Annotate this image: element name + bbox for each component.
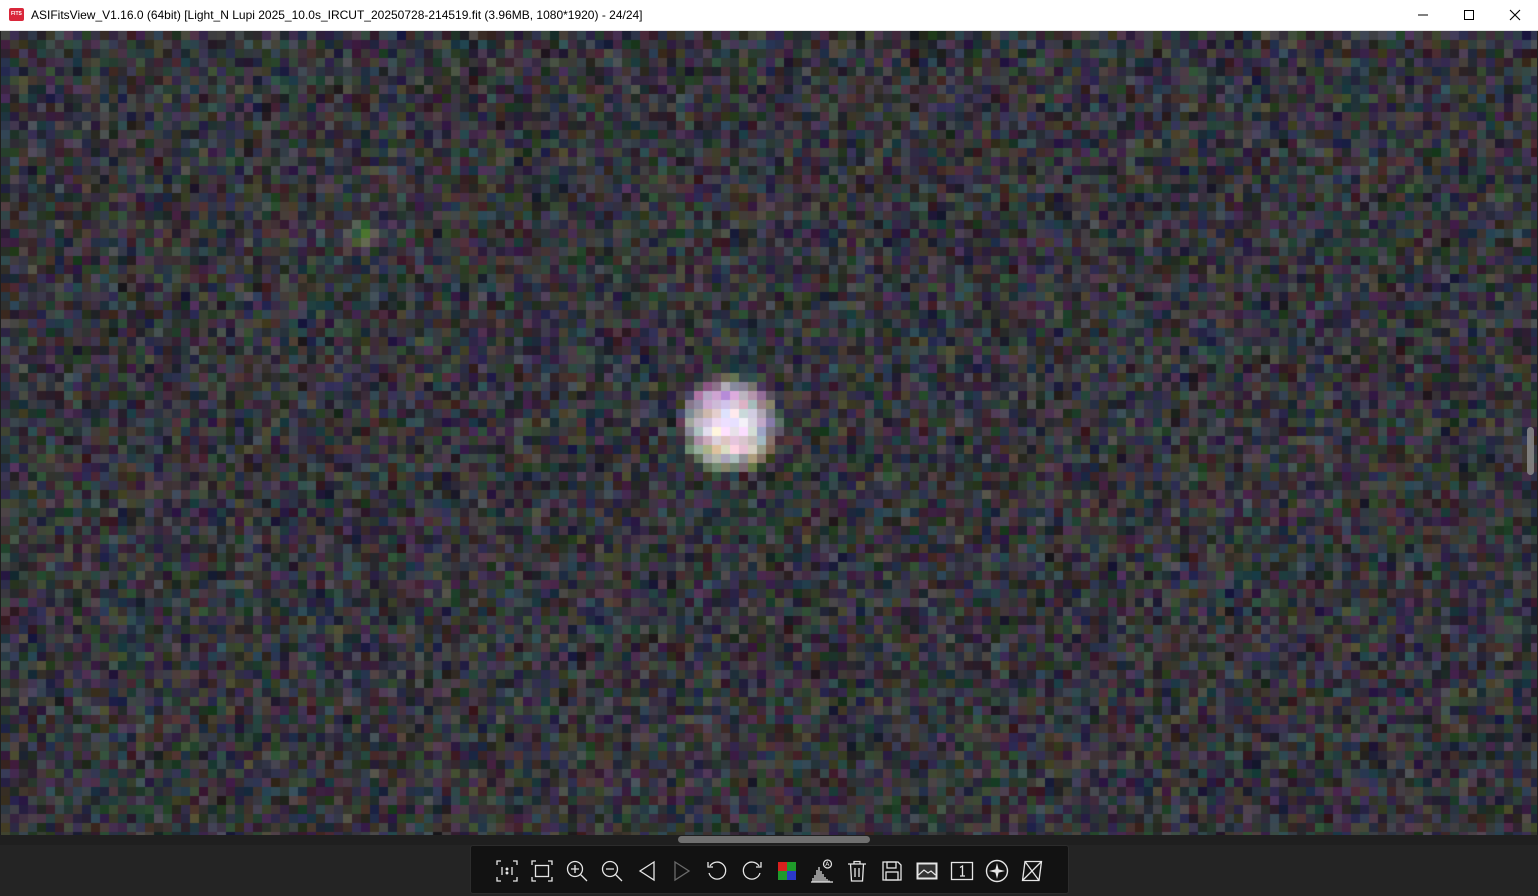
image-view-button[interactable] <box>912 856 942 886</box>
save-button[interactable] <box>877 856 907 886</box>
previous-image-button[interactable] <box>632 856 662 886</box>
zoom-in-button[interactable] <box>562 856 592 886</box>
fits-image-canvas[interactable] <box>1 31 1537 835</box>
image-view-icon <box>916 862 938 880</box>
rotate-right-button[interactable] <box>737 856 767 886</box>
star-detect-icon <box>985 859 1009 883</box>
actual-size-icon <box>496 860 518 882</box>
next-image-button[interactable] <box>667 856 697 886</box>
rotate-left-icon <box>707 861 727 880</box>
rotate-left-button[interactable] <box>702 856 732 886</box>
debayer-color-button[interactable] <box>772 856 802 886</box>
rotate-right-icon <box>742 861 762 880</box>
save-icon <box>882 861 902 881</box>
single-channel-button[interactable] <box>947 856 977 886</box>
maximize-button[interactable] <box>1446 0 1492 30</box>
auto-stretch-histogram-button[interactable]: A <box>807 856 837 886</box>
close-button[interactable] <box>1492 0 1538 30</box>
zoom-out-button[interactable] <box>597 856 627 886</box>
flip-button[interactable] <box>1017 856 1047 886</box>
debayer-color-icon <box>778 862 796 880</box>
auto-stretch-histogram-icon: A <box>811 859 833 883</box>
title-bar[interactable]: FITS ASIFitsView_V1.16.0 (64bit) [Light_… <box>0 0 1538 31</box>
maximize-icon <box>1464 10 1474 20</box>
zoom-out-icon <box>601 860 623 882</box>
window-title: ASIFitsView_V1.16.0 (64bit) [Light_N Lup… <box>31 8 643 22</box>
fit-to-window-icon <box>531 860 553 882</box>
app-window: FITS ASIFitsView_V1.16.0 (64bit) [Light_… <box>0 0 1538 896</box>
vertical-scrollbar-thumb[interactable] <box>1527 427 1534 475</box>
horizontal-scrollbar-thumb[interactable] <box>678 836 870 843</box>
flip-icon <box>1021 860 1043 882</box>
next-image-icon <box>674 860 691 882</box>
image-toolbar: A <box>470 845 1069 894</box>
app-logo-text: FITS <box>11 11 22 17</box>
previous-image-icon <box>638 860 655 882</box>
fit-to-window-button[interactable] <box>527 856 557 886</box>
app-logo-icon: FITS <box>9 8 24 21</box>
close-icon <box>1509 9 1521 21</box>
minimize-icon <box>1418 14 1428 16</box>
delete-icon <box>848 860 866 882</box>
delete-button[interactable] <box>842 856 872 886</box>
minimize-button[interactable] <box>1400 0 1446 30</box>
star-detect-button[interactable] <box>982 856 1012 886</box>
image-viewport[interactable] <box>1 31 1537 835</box>
single-channel-icon <box>950 861 974 881</box>
zoom-in-icon <box>566 860 588 882</box>
actual-size-button[interactable] <box>492 856 522 886</box>
